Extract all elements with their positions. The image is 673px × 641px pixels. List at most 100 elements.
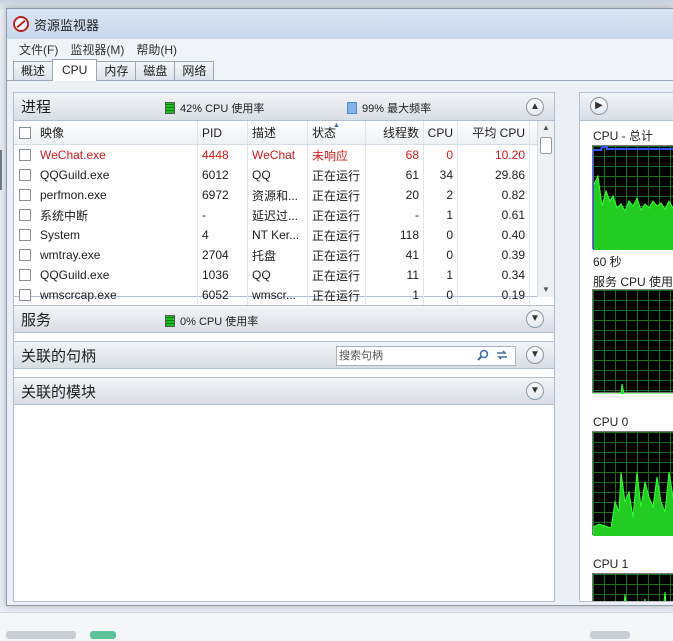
row-checkbox-cell xyxy=(14,265,36,285)
expand-handles-button[interactable]: ▼ xyxy=(526,346,544,364)
process-average-cpu: 29.86 xyxy=(458,165,530,185)
process-image: perfmon.exe xyxy=(36,185,198,205)
scroll-up-icon[interactable]: ▲ xyxy=(538,121,554,135)
title-bar[interactable]: 资源监视器 xyxy=(7,9,673,39)
processes-max-frequency: 99% 最大频率 xyxy=(347,100,431,116)
row-checkbox-cell xyxy=(14,165,36,185)
row-checkbox[interactable] xyxy=(19,229,31,241)
time-span-label: 60 秒 xyxy=(593,255,622,269)
menu-help[interactable]: 帮助(H) xyxy=(130,41,183,58)
pane-splitter[interactable] xyxy=(555,92,579,602)
tab-memory[interactable]: 内存 xyxy=(96,61,137,80)
process-pid: 4448 xyxy=(198,145,248,165)
row-checkbox[interactable] xyxy=(19,149,31,161)
table-row[interactable]: 系统中断 - 延迟过... 正在运行 -1 0.61 xyxy=(14,205,554,225)
cpu-total-label: CPU - 总计 xyxy=(593,129,654,143)
toggle-graphs-button[interactable]: ▶ xyxy=(590,97,608,115)
row-checkbox[interactable] xyxy=(19,289,31,301)
cpu1-label: CPU 1 xyxy=(593,557,629,571)
process-description: 托盘 xyxy=(248,245,308,265)
table-row[interactable]: perfmon.exe 6972 资源和... 正在运行 20 2 0.82 xyxy=(14,185,554,205)
processes-rows: WeChat.exe 4448 WeChat 未响应 68 0 10.20 QQGuild.e… xyxy=(14,145,554,305)
services-header[interactable]: 服务 0% CPU 使用率 ▼ xyxy=(14,305,554,333)
process-image: 系统中断 xyxy=(36,205,198,225)
scroll-thumb[interactable] xyxy=(540,137,552,154)
process-image: wmscrcap.exe xyxy=(36,285,198,305)
row-checkbox[interactable] xyxy=(19,209,31,221)
table-row[interactable]: System 4 NT Ker... 正在运行 118 0 0.40 xyxy=(14,225,554,245)
process-pid: 6972 xyxy=(198,185,248,205)
process-image: System xyxy=(36,225,198,245)
process-pid: 6052 xyxy=(198,285,248,305)
tab-network[interactable]: 网络 xyxy=(174,61,215,80)
process-average-cpu: 10.20 xyxy=(458,145,530,165)
process-description: QQ xyxy=(248,165,308,185)
process-threads: - xyxy=(366,205,424,225)
table-row[interactable]: wmscrcap.exe 6052 wmscr... 正在运行 1 0 0.19 xyxy=(14,285,554,305)
process-threads: 20 xyxy=(366,185,424,205)
table-row[interactable]: QQGuild.exe 6012 QQ 正在运行 61 34 29.86 xyxy=(14,165,554,185)
modules-header[interactable]: 关联的模块 ▼ xyxy=(14,377,554,405)
column-average-cpu[interactable]: 平均 CPU xyxy=(458,121,530,144)
cpu0-label: CPU 0 xyxy=(593,415,629,429)
menu-monitor[interactable]: 监视器(M) xyxy=(64,41,130,58)
process-image: wmtray.exe xyxy=(36,245,198,265)
column-image[interactable]: 映像 xyxy=(36,121,198,144)
service-cpu-graph xyxy=(592,289,673,394)
row-checkbox[interactable] xyxy=(19,169,31,181)
process-status: 正在运行 xyxy=(308,225,366,245)
column-cpu[interactable]: CPU xyxy=(424,121,458,144)
row-checkbox[interactable] xyxy=(19,189,31,201)
processes-table: 映像 PID 描述 状态 线程数 CPU 平均 CPU ▲ WeChat.exe… xyxy=(14,121,554,305)
processes-header[interactable]: 进程 42% CPU 使用率 99% 最大频率 ▲ xyxy=(14,93,554,121)
process-description: 资源和... xyxy=(248,185,308,205)
expand-services-button[interactable]: ▼ xyxy=(526,310,544,328)
row-checkbox[interactable] xyxy=(19,249,31,261)
scroll-down-icon[interactable]: ▼ xyxy=(538,283,554,297)
row-checkbox-cell xyxy=(14,285,36,305)
process-pid: 1036 xyxy=(198,265,248,285)
services-cpu-swatch xyxy=(165,315,175,327)
row-checkbox[interactable] xyxy=(19,269,31,281)
search-handles-input[interactable] xyxy=(337,348,473,364)
processes-cpu-usage-text: 42% CPU 使用率 xyxy=(180,103,265,115)
process-cpu: 34 xyxy=(424,165,458,185)
process-average-cpu: 0.34 xyxy=(458,265,530,285)
handles-search-box xyxy=(336,346,516,366)
table-row[interactable]: WeChat.exe 4448 WeChat 未响应 68 0 10.20 xyxy=(14,145,554,165)
collapse-processes-button[interactable]: ▲ xyxy=(526,97,544,116)
process-description: QQ xyxy=(248,265,308,285)
handles-title: 关联的句柄 xyxy=(21,347,97,365)
process-pid: 4 xyxy=(198,225,248,245)
process-description: NT Ker... xyxy=(248,225,308,245)
column-description[interactable]: 描述 xyxy=(248,121,308,144)
process-average-cpu: 0.61 xyxy=(458,205,530,225)
tab-cpu[interactable]: CPU xyxy=(52,59,98,81)
refresh-icon[interactable] xyxy=(495,349,509,364)
desktop-bottom-strip xyxy=(0,612,673,641)
select-all-checkbox[interactable] xyxy=(19,126,31,139)
column-pid[interactable]: PID xyxy=(198,121,248,144)
row-checkbox-cell xyxy=(14,205,36,225)
menu-file[interactable]: 文件(F) xyxy=(13,41,64,58)
tab-disk[interactable]: 磁盘 xyxy=(135,61,176,80)
chevron-down-icon: ▼ xyxy=(530,349,540,360)
search-icon[interactable] xyxy=(477,349,489,364)
chevron-down-icon: ▼ xyxy=(530,385,540,396)
process-description: wmscr... xyxy=(248,285,308,305)
process-average-cpu: 0.19 xyxy=(458,285,530,305)
process-image: QQGuild.exe xyxy=(36,165,198,185)
handles-header[interactable]: 关联的句柄 ▼ xyxy=(14,341,554,369)
column-threads[interactable]: 线程数 xyxy=(366,121,424,144)
processes-scrollbar[interactable]: ▲ ▼ xyxy=(537,121,554,297)
process-status: 正在运行 xyxy=(308,265,366,285)
table-row[interactable]: wmtray.exe 2704 托盘 正在运行 41 0 0.39 xyxy=(14,245,554,265)
graphs-header: ▶ xyxy=(580,93,673,121)
chevron-down-icon: ▼ xyxy=(530,313,540,324)
expand-modules-button[interactable]: ▼ xyxy=(526,382,544,400)
table-row[interactable]: QQGuild.exe 1036 QQ 正在运行 11 1 0.34 xyxy=(14,265,554,285)
process-threads: 68 xyxy=(366,145,424,165)
cpu-total-graph xyxy=(592,145,673,250)
chevron-right-icon: ▶ xyxy=(595,100,603,111)
tab-overview[interactable]: 概述 xyxy=(13,61,54,80)
